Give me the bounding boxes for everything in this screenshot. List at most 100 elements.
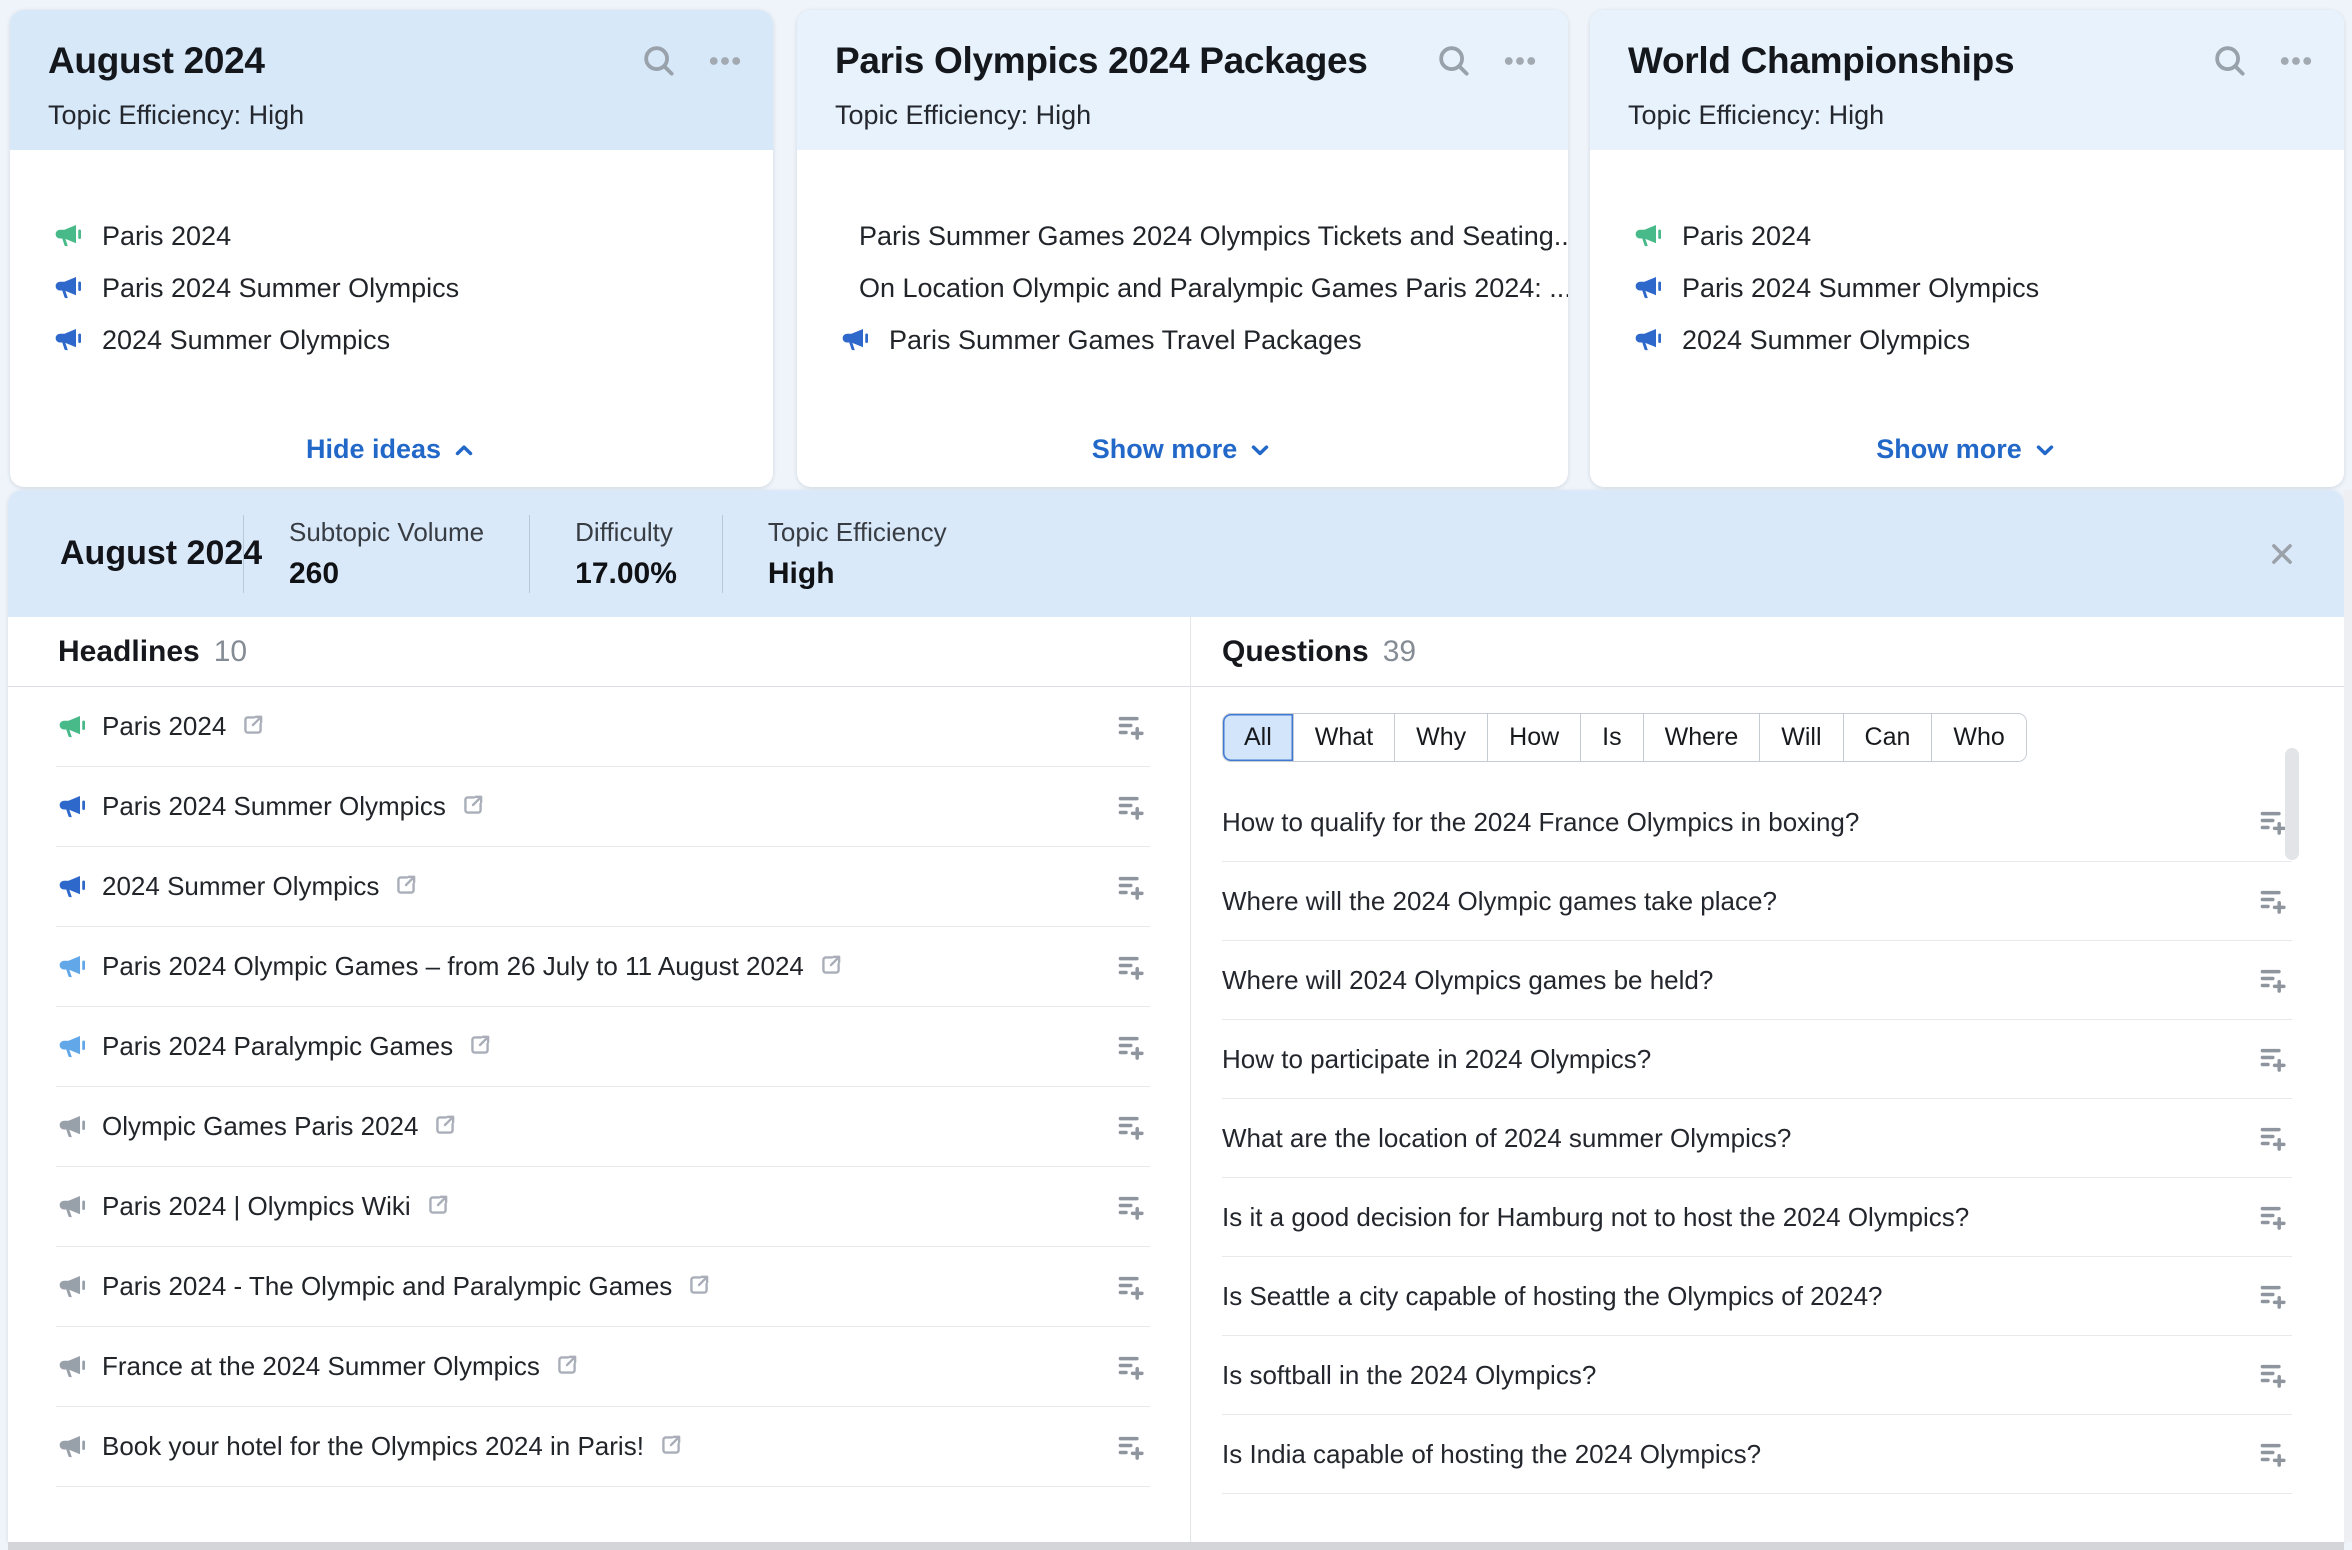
external-link-icon[interactable]	[432, 1112, 458, 1138]
idea-text: 2024 Summer Olympics	[102, 324, 391, 355]
show-more-link[interactable]: Show more	[797, 434, 1568, 465]
filter-who[interactable]: Who	[1931, 714, 2026, 761]
card-idea-item[interactable]: Paris 2024 Summer Olympics	[10, 262, 773, 314]
filter-is[interactable]: Is	[1580, 714, 1643, 761]
add-to-list-icon[interactable]	[2256, 1120, 2292, 1156]
question-row[interactable]: Is Seattle a city capable of hosting the…	[1222, 1257, 2292, 1336]
headline-row[interactable]: Paris 2024 - The Olympic and Paralympic …	[56, 1247, 1150, 1327]
idea-card-august-2024[interactable]: August 2024 Topic Efficiency: High Paris…	[10, 10, 773, 487]
add-to-list-icon[interactable]	[1114, 1269, 1150, 1305]
question-text: Where will the 2024 Olympic games take p…	[1222, 885, 1777, 916]
external-link-icon[interactable]	[240, 712, 266, 738]
question-row[interactable]: Where will 2024 Olympics games be held?	[1222, 941, 2292, 1020]
chevron-up-icon	[455, 444, 473, 455]
question-row[interactable]: Is it a good decision for Hamburg not to…	[1222, 1178, 2292, 1257]
question-row[interactable]: Where will the 2024 Olympic games take p…	[1222, 862, 2292, 941]
search-icon[interactable]	[1434, 41, 1474, 81]
add-to-list-icon[interactable]	[1114, 1349, 1150, 1385]
external-link-icon[interactable]	[818, 952, 844, 978]
headline-row[interactable]: Book your hotel for the Olympics 2024 in…	[56, 1407, 1150, 1487]
card-idea-item[interactable]: Paris 2024 Summer Olympics	[1590, 262, 2344, 314]
filter-what[interactable]: What	[1292, 714, 1395, 761]
topic-efficiency-label: Topic Efficiency: High	[835, 100, 1092, 130]
headline-row[interactable]: Paris 2024	[56, 687, 1150, 767]
add-to-list-icon[interactable]	[1114, 949, 1150, 985]
headline-text: Olympic Games Paris 2024	[102, 1111, 419, 1141]
card-idea-item[interactable]: Paris 2024	[1590, 210, 2344, 262]
card-idea-item[interactable]: On Location Olympic and Paralympic Games…	[797, 262, 1568, 314]
card-title: August 2024	[48, 40, 265, 81]
show-more-link[interactable]: Show more	[1590, 434, 2344, 465]
card-idea-item[interactable]: 2024 Summer Olympics	[1590, 314, 2344, 366]
close-icon[interactable]	[2262, 534, 2302, 574]
external-link-icon[interactable]	[467, 1032, 493, 1058]
headline-row[interactable]: Paris 2024 Summer Olympics	[56, 767, 1150, 847]
external-link-icon[interactable]	[460, 792, 486, 818]
headline-row[interactable]: Paris 2024 Paralympic Games	[56, 1007, 1150, 1087]
question-text: Is it a good decision for Hamburg not to…	[1222, 1201, 1970, 1232]
add-to-list-icon[interactable]	[2256, 1357, 2292, 1393]
add-to-list-icon[interactable]	[2256, 1436, 2292, 1472]
headline-row[interactable]: France at the 2024 Summer Olympics	[56, 1327, 1150, 1407]
filter-can[interactable]: Can	[1842, 714, 1932, 761]
subtopic-title: August 2024	[60, 534, 263, 572]
question-row[interactable]: What are the location of 2024 summer Oly…	[1222, 1099, 2292, 1178]
headline-text: 2024 Summer Olympics	[102, 871, 380, 901]
question-row[interactable]: How to participate in 2024 Olympics?	[1222, 1020, 2292, 1099]
filter-where[interactable]: Where	[1642, 714, 1760, 761]
filter-all[interactable]: All	[1223, 714, 1293, 761]
more-options-icon[interactable]	[705, 41, 745, 81]
questions-header: Questions 39	[1191, 617, 2344, 687]
headlines-title: Headlines	[58, 634, 200, 668]
external-link-icon[interactable]	[554, 1352, 580, 1378]
question-filter-group: All What Why How Is Where Will Can Who	[1222, 713, 2027, 762]
external-link-icon[interactable]	[658, 1432, 684, 1458]
add-to-list-icon[interactable]	[2256, 1199, 2292, 1235]
question-row[interactable]: Is softball in the 2024 Olympics?	[1222, 1336, 2292, 1415]
filter-will[interactable]: Will	[1759, 714, 1843, 761]
filter-how[interactable]: How	[1487, 714, 1581, 761]
add-to-list-icon[interactable]	[1114, 869, 1150, 905]
filter-why[interactable]: Why	[1394, 714, 1488, 761]
footer-label: Show more	[1876, 434, 2022, 464]
add-to-list-icon[interactable]	[1114, 1109, 1150, 1145]
card-header: August 2024 Topic Efficiency: High	[10, 10, 773, 150]
add-to-list-icon[interactable]	[2256, 1041, 2292, 1077]
vertical-scrollbar-thumb[interactable]	[2285, 748, 2299, 860]
external-link-icon[interactable]	[686, 1272, 712, 1298]
blue-megaphone-icon	[55, 277, 81, 299]
add-to-list-icon[interactable]	[1114, 1029, 1150, 1065]
add-to-list-icon[interactable]	[2256, 962, 2292, 998]
more-options-icon[interactable]	[1500, 41, 1540, 81]
headline-text: Paris 2024 | Olympics Wiki	[102, 1191, 411, 1221]
card-idea-item[interactable]: 2024 Summer Olympics	[10, 314, 773, 366]
more-options-icon[interactable]	[2276, 41, 2316, 81]
add-to-list-icon[interactable]	[2256, 883, 2292, 919]
headline-row[interactable]: 2024 Summer Olympics	[56, 847, 1150, 927]
card-idea-item[interactable]: Paris 2024	[10, 210, 773, 262]
external-link-icon[interactable]	[393, 872, 419, 898]
add-to-list-icon[interactable]	[2256, 1278, 2292, 1314]
hide-ideas-link[interactable]: Hide ideas	[10, 434, 773, 465]
add-to-list-icon[interactable]	[1114, 1429, 1150, 1465]
question-row[interactable]: How to qualify for the 2024 France Olymp…	[1222, 783, 2292, 862]
question-text: What are the location of 2024 summer Oly…	[1222, 1122, 1792, 1153]
headline-row[interactable]: Paris 2024 Olympic Games – from 26 July …	[56, 927, 1150, 1007]
headline-row[interactable]: Olympic Games Paris 2024	[56, 1087, 1150, 1167]
card-idea-item[interactable]: Paris Summer Games Travel Packages	[797, 314, 1568, 366]
lightblue-megaphone-icon	[59, 955, 85, 977]
headline-text: Paris 2024 - The Olympic and Paralympic …	[102, 1271, 673, 1301]
horizontal-scrollbar[interactable]	[8, 1542, 2344, 1550]
question-row[interactable]: Is India capable of hosting the 2024 Oly…	[1222, 1415, 2292, 1494]
idea-card-world-championships[interactable]: World Championships Topic Efficiency: Hi…	[1590, 10, 2344, 487]
search-icon[interactable]	[2210, 41, 2250, 81]
add-to-list-icon[interactable]	[1114, 709, 1150, 745]
search-icon[interactable]	[639, 41, 679, 81]
add-to-list-icon[interactable]	[1114, 789, 1150, 825]
headline-row[interactable]: Paris 2024 | Olympics Wiki	[56, 1167, 1150, 1247]
add-to-list-icon[interactable]	[1114, 1189, 1150, 1225]
external-link-icon[interactable]	[425, 1192, 451, 1218]
card-idea-item[interactable]: Paris Summer Games 2024 Olympics Tickets…	[797, 210, 1568, 262]
headline-text: France at the 2024 Summer Olympics	[102, 1351, 540, 1381]
idea-card-paris-olympics-2024-packages[interactable]: Paris Olympics 2024 Packages Topic Effic…	[797, 10, 1568, 487]
